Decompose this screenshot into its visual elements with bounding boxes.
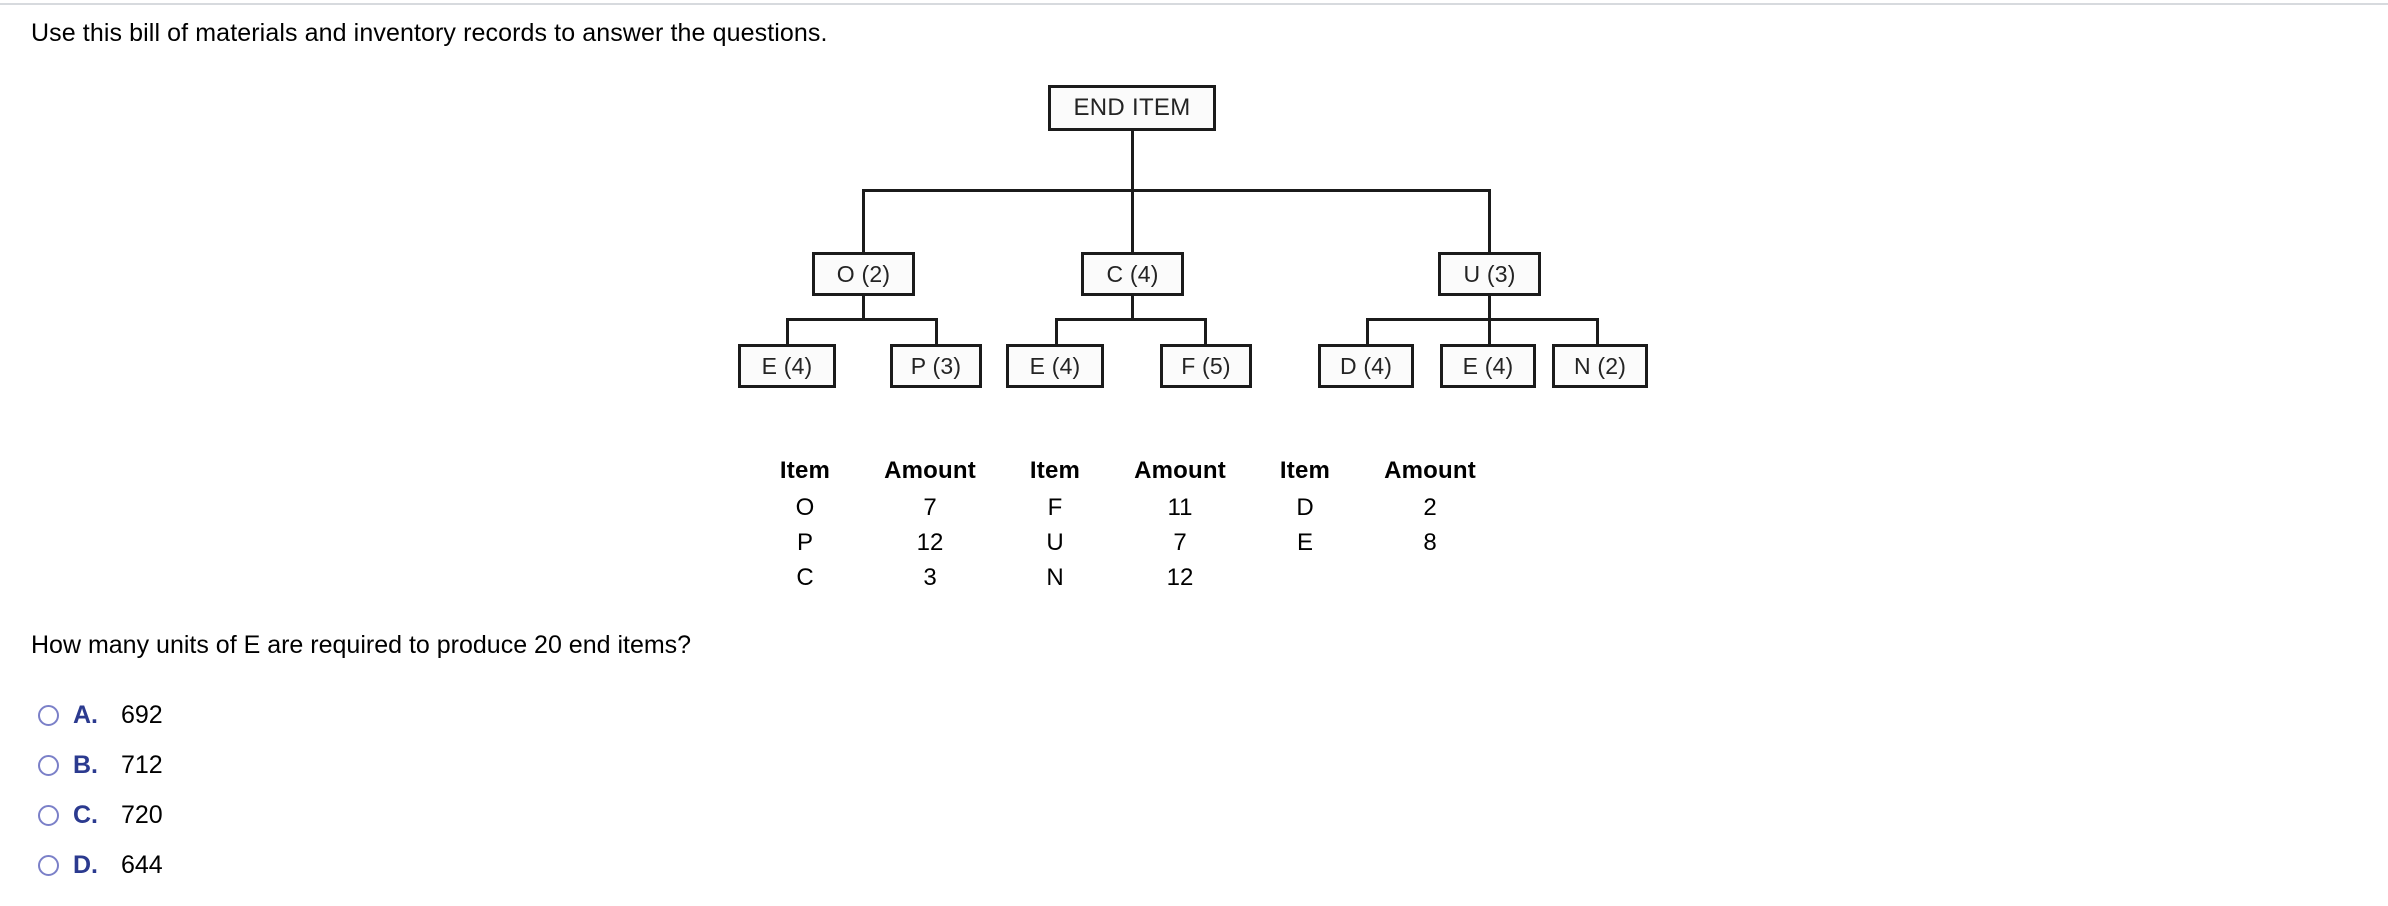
- cell-item: E: [1296, 528, 1313, 556]
- option-text: 712: [121, 750, 163, 779]
- option-letter: D.: [73, 850, 98, 879]
- bom-node-n-under-u: N (2): [1552, 344, 1648, 388]
- option-text: 644: [121, 850, 163, 879]
- bom-node-label: E (4): [761, 352, 813, 379]
- col-header-amount-2: Amount: [1134, 457, 1226, 484]
- answer-option-d[interactable]: D. 644: [38, 840, 163, 890]
- cell-amount: 7: [1173, 528, 1187, 556]
- cell-item: [1255, 560, 1355, 595]
- option-letter: A.: [73, 700, 98, 729]
- option-text: 720: [121, 800, 163, 829]
- bom-node-e-under-c: E (4): [1006, 344, 1104, 388]
- bom-node-label: F (5): [1181, 352, 1231, 379]
- radio-button-icon[interactable]: [38, 704, 59, 726]
- bom-node-label: E (4): [1462, 352, 1514, 379]
- edge-root-stem: [1131, 131, 1134, 191]
- bom-node-e-under-o: E (4): [738, 344, 836, 388]
- cell-amount: 8: [1423, 528, 1437, 556]
- bom-node-label: E (4): [1029, 352, 1081, 379]
- bom-node-label: END ITEM: [1073, 94, 1191, 121]
- inventory-table: Item Amount Item Amount Item Amount O 7 …: [755, 452, 1505, 595]
- edge-o-to-e: [786, 318, 789, 345]
- bill-of-materials-diagram: END ITEM O (2) C (4) U (3) E (4) P (3) E…: [0, 0, 2388, 430]
- bom-node-u: U (3): [1438, 252, 1541, 296]
- answer-option-a[interactable]: A. 692: [38, 690, 163, 740]
- cell-item: C: [796, 563, 814, 591]
- bom-node-f-under-c: F (5): [1160, 344, 1252, 388]
- question-text: How many units of E are required to prod…: [31, 631, 692, 659]
- inventory-records-table: Item Amount Item Amount Item Amount O 7 …: [755, 452, 1505, 595]
- edge-c-stem: [1131, 296, 1134, 320]
- option-letter: B.: [73, 750, 98, 779]
- cell-item: O: [795, 493, 815, 521]
- edge-c-to-e: [1055, 318, 1058, 345]
- col-header-item-1: Item: [779, 457, 831, 484]
- bom-node-label: O (2): [836, 260, 891, 287]
- bom-node-label: N (2): [1573, 352, 1627, 379]
- cell-amount: 7: [923, 493, 937, 521]
- edge-u-stem: [1488, 296, 1491, 320]
- col-header-amount-1: Amount: [884, 457, 976, 484]
- cell-amount: [1355, 560, 1505, 595]
- cell-amount: 12: [916, 528, 944, 556]
- col-header-item-3: Item: [1279, 457, 1331, 484]
- col-header-amount-3: Amount: [1384, 457, 1476, 484]
- option-text: 692: [121, 700, 163, 729]
- edge-u-to-n: [1596, 318, 1599, 345]
- edge-c-bus: [1055, 318, 1207, 321]
- edge-o-to-p: [935, 318, 938, 345]
- bom-node-label: D (4): [1339, 352, 1393, 379]
- cell-amount: 2: [1423, 493, 1437, 521]
- col-header-item-2: Item: [1029, 457, 1081, 484]
- table-row: C 3 N 12: [755, 560, 1505, 595]
- table-row: O 7 F 11 D 2: [755, 490, 1505, 525]
- answer-options-group: A. 692 B. 712 C. 720 D. 644: [38, 690, 163, 890]
- edge-drop-o: [862, 189, 865, 252]
- radio-button-icon[interactable]: [38, 754, 59, 776]
- answer-option-b[interactable]: B. 712: [38, 740, 163, 790]
- cell-amount: 11: [1167, 493, 1193, 521]
- edge-o-stem: [862, 296, 865, 320]
- edge-u-bus: [1366, 318, 1599, 321]
- cell-item: D: [1296, 493, 1314, 521]
- cell-item: N: [1046, 563, 1064, 591]
- bom-node-label: C (4): [1106, 260, 1159, 287]
- bom-node-p-under-o: P (3): [890, 344, 982, 388]
- cell-item: F: [1047, 493, 1063, 521]
- bom-node-c: C (4): [1081, 252, 1184, 296]
- edge-u-to-e: [1488, 318, 1491, 345]
- option-letter: C.: [73, 800, 98, 829]
- bom-node-e-under-u: E (4): [1440, 344, 1536, 388]
- bom-node-o: O (2): [812, 252, 915, 296]
- cell-item: P: [796, 528, 813, 556]
- cell-amount: 3: [923, 563, 937, 591]
- edge-o-bus: [786, 318, 938, 321]
- table-header-row: Item Amount Item Amount Item Amount: [755, 452, 1505, 490]
- edge-level1-bus: [862, 189, 1491, 192]
- cell-amount: 12: [1166, 563, 1194, 591]
- radio-button-icon[interactable]: [38, 854, 59, 876]
- bom-node-end-item: END ITEM: [1048, 85, 1216, 131]
- bom-node-label: P (3): [910, 352, 962, 379]
- cell-item: U: [1046, 528, 1064, 556]
- bom-node-d-under-u: D (4): [1318, 344, 1414, 388]
- answer-option-c[interactable]: C. 720: [38, 790, 163, 840]
- edge-c-to-f: [1204, 318, 1207, 345]
- edge-drop-c: [1131, 189, 1134, 252]
- edge-drop-u: [1488, 189, 1491, 252]
- table-row: P 12 U 7 E 8: [755, 525, 1505, 560]
- bom-node-label: U (3): [1463, 260, 1516, 287]
- radio-button-icon[interactable]: [38, 804, 59, 826]
- edge-u-to-d: [1366, 318, 1369, 345]
